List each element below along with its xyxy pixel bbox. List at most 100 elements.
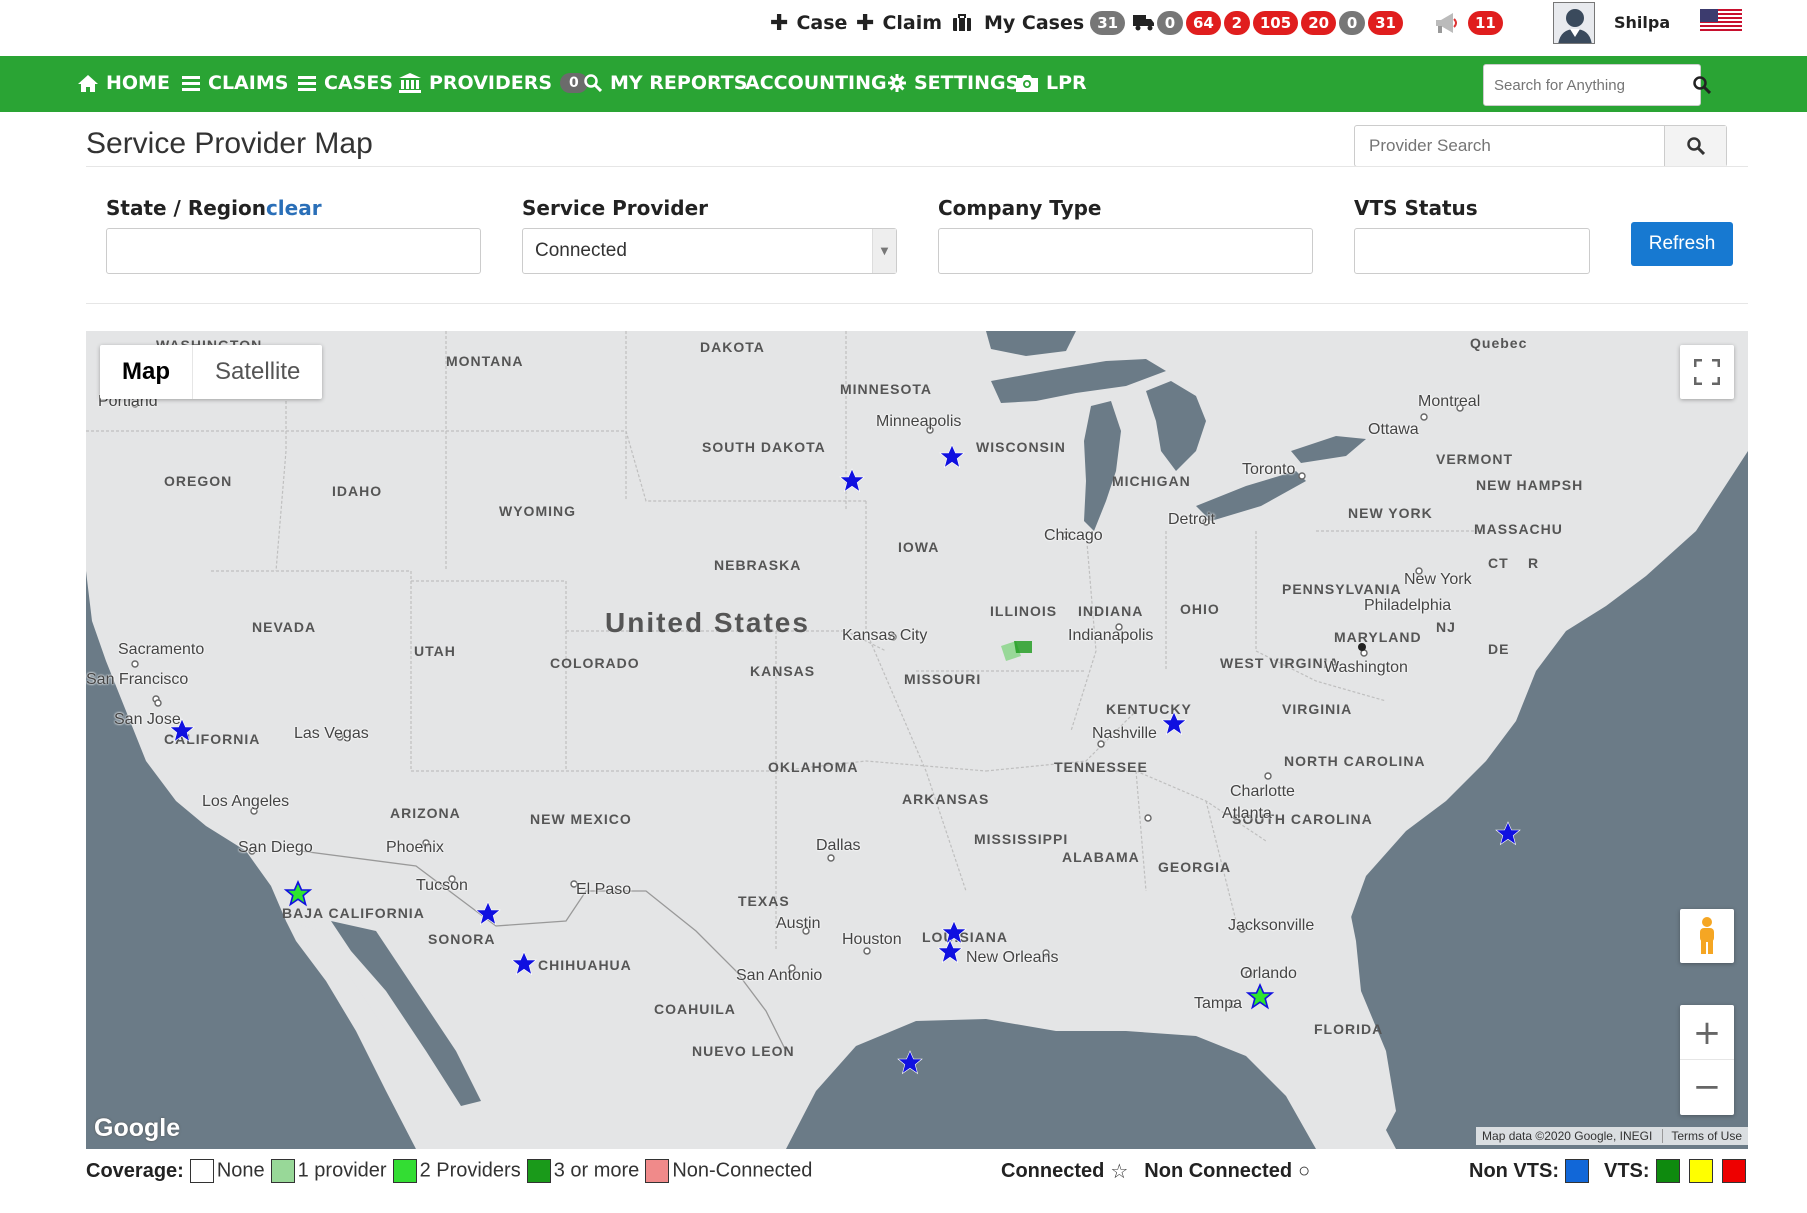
coverage-items: None 1 provider 2 Providers 3 or more Non-Co…: [184, 1159, 813, 1183]
alerts-count-badge[interactable]: 11: [1468, 11, 1503, 35]
my-cases-button[interactable]: My Cases 31: [952, 8, 1126, 38]
pegman-icon: [1700, 917, 1714, 954]
user-avatar[interactable]: [1553, 2, 1595, 44]
connected-provider-marker[interactable]: [511, 951, 537, 975]
vts-label: VTS:: [1604, 1159, 1650, 1182]
chevron-down-icon: ▼: [872, 229, 896, 273]
truck-icon[interactable]: [1133, 13, 1155, 31]
status-count-badge[interactable]: 20: [1301, 11, 1337, 35]
status-count-badge[interactable]: 64: [1186, 11, 1221, 35]
connected-provider-marker[interactable]: [1495, 821, 1521, 845]
coverage-item-label: None: [216, 1159, 265, 1182]
coverage-swatch: [270, 1159, 295, 1183]
status-count-badge[interactable]: 0: [1157, 11, 1183, 35]
nav-accounting-label: ACCOUNTING: [745, 72, 887, 94]
zoom-in-button[interactable]: +: [1680, 1006, 1734, 1060]
zoom-out-button[interactable]: −: [1680, 1060, 1734, 1114]
vts-status-label: VTS Status: [1354, 196, 1478, 220]
connected-provider-marker[interactable]: [939, 444, 965, 468]
provider-search-button[interactable]: [1664, 126, 1726, 166]
outline-circle-icon: ○: [1298, 1159, 1311, 1182]
nav-settings[interactable]: SETTINGS: [888, 72, 1019, 94]
global-search-button[interactable]: [1693, 65, 1711, 105]
street-view-pegman[interactable]: [1680, 909, 1734, 963]
coverage-item-label: 1 provider: [297, 1159, 387, 1182]
global-search-input[interactable]: [1484, 65, 1693, 105]
terms-of-use-link[interactable]: Terms of Use: [1662, 1129, 1742, 1143]
plus-icon: ✚: [856, 10, 875, 36]
map-type-control: Map Satellite: [100, 345, 323, 399]
nav-home-label: HOME: [106, 72, 170, 94]
satellite-tab[interactable]: Satellite: [192, 345, 322, 399]
map-attribution: Map data ©2020 Google, INEGI Terms of Use: [1476, 1127, 1748, 1145]
coverage-swatch: [392, 1159, 417, 1183]
top-bar: ✚ Case ✚ Claim My Cases 31 0 64 2 105 20 0 31 …: [0, 0, 1807, 56]
nav-providers[interactable]: PROVIDERS 0: [399, 72, 588, 94]
divider: [86, 166, 1748, 167]
new-claim-button[interactable]: ✚ Claim: [856, 8, 942, 38]
state-region-input[interactable]: [106, 228, 481, 274]
status-count-badges: 0 64 2 105 20 0 31: [1157, 11, 1403, 35]
vts-swatch: [1655, 1159, 1680, 1183]
nav-claims-label: CLAIMS: [208, 72, 289, 94]
nav-home[interactable]: HOME: [78, 72, 170, 94]
google-logo: Google: [94, 1114, 181, 1142]
vts-provider-marker[interactable]: [285, 881, 311, 906]
search-icon: [1686, 137, 1705, 155]
refresh-button[interactable]: Refresh: [1631, 222, 1733, 266]
state-region-label-text: State / Region: [106, 196, 266, 220]
connected-provider-marker[interactable]: [475, 901, 501, 925]
nav-claims[interactable]: CLAIMS: [182, 72, 288, 94]
service-provider-select[interactable]: Connected ▼: [522, 228, 897, 274]
connected-provider-marker[interactable]: [937, 939, 963, 963]
company-type-input[interactable]: [938, 228, 1313, 274]
nav-lpr[interactable]: LPR: [1016, 72, 1087, 94]
status-count-badge[interactable]: 105: [1252, 11, 1299, 35]
fullscreen-icon: [1694, 359, 1720, 385]
connected-provider-marker[interactable]: [897, 1050, 923, 1074]
connected-provider-marker[interactable]: [1161, 711, 1187, 735]
map-tab[interactable]: Map: [100, 345, 192, 399]
new-claim-label: Claim: [882, 12, 943, 34]
nav-cases-label: CASES: [324, 72, 393, 94]
nav-accounting[interactable]: ACCOUNTING: [745, 72, 887, 94]
my-cases-count-badge: 31: [1090, 11, 1126, 35]
vts-provider-marker[interactable]: [1247, 984, 1273, 1009]
briefcase-icon: [953, 14, 971, 31]
connected-provider-marker[interactable]: [839, 468, 865, 492]
nav-my-reports[interactable]: MY REPORTS: [584, 72, 747, 94]
outline-star-icon: ☆: [1110, 1160, 1129, 1183]
fullscreen-button[interactable]: [1680, 345, 1734, 399]
us-flag-icon[interactable]: [1700, 9, 1742, 33]
status-count-badge[interactable]: 31: [1368, 11, 1403, 35]
coverage-item-label: Non-Connected: [672, 1159, 813, 1182]
vts-status-input[interactable]: [1354, 228, 1590, 274]
map-data-attribution: Map data ©2020 Google, INEGI: [1482, 1129, 1653, 1143]
status-count-badge[interactable]: 2: [1223, 11, 1250, 35]
plus-icon: ✚: [770, 10, 789, 36]
search-icon: [584, 74, 602, 92]
connected-provider-marker[interactable]: [169, 718, 195, 742]
connected-provider-marker[interactable]: [941, 920, 967, 944]
status-count-badge[interactable]: 0: [1339, 11, 1366, 35]
home-icon: [78, 74, 98, 92]
service-provider-map[interactable]: WASHINGTONMONTANADAKOTAMINNESOTASOUTH DA…: [86, 331, 1748, 1149]
state-clear-link[interactable]: clear: [266, 196, 322, 220]
global-search: [1483, 64, 1711, 106]
non-vts-swatch: [1565, 1159, 1589, 1183]
megaphone-icon[interactable]: [1434, 11, 1462, 35]
vts-legend: Non VTS: VTS:: [1469, 1156, 1749, 1186]
non-connected-label: Non Connected: [1144, 1159, 1293, 1182]
coverage-item-label: 3 or more: [553, 1159, 640, 1182]
user-name[interactable]: Shilpa: [1614, 13, 1670, 32]
divider: [86, 303, 1748, 304]
gear-icon: [888, 74, 906, 92]
camera-icon: [1016, 75, 1038, 92]
nav-cases[interactable]: CASES: [298, 72, 393, 94]
new-case-label: Case: [796, 12, 848, 34]
vts-swatch: [1721, 1159, 1746, 1183]
coverage-label: Coverage:: [86, 1159, 184, 1182]
new-case-button[interactable]: ✚ Case: [770, 8, 847, 38]
nav-providers-label: PROVIDERS: [429, 72, 553, 94]
provider-search-input[interactable]: [1355, 126, 1664, 166]
